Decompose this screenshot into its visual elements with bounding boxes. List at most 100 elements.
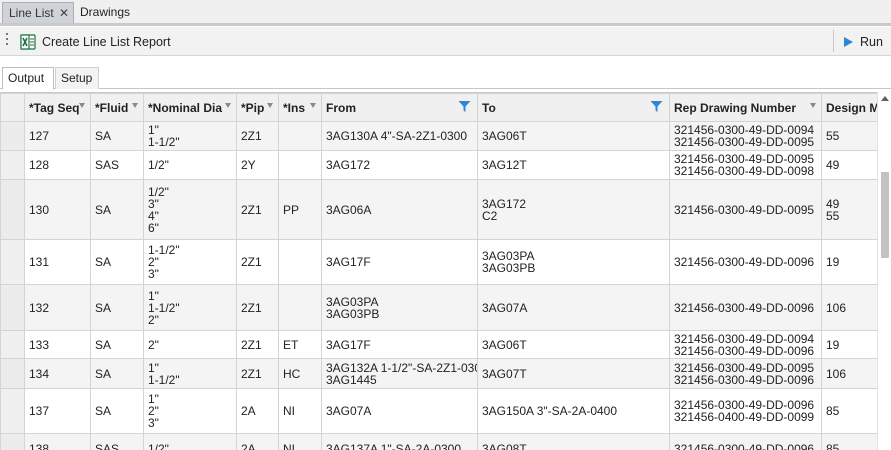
cell-to[interactable]: 3AG07T <box>477 358 670 389</box>
cell-pip[interactable]: 2Z1 <box>236 121 279 151</box>
cell-ins[interactable]: NI <box>278 433 322 450</box>
cell-nominal-dia[interactable]: 2" <box>143 330 237 359</box>
table-row[interactable]: 130 SA 1/2" 3" 4" 6" 2Z1 PP 3AG06A 3AG172 C2 321456… <box>0 179 891 240</box>
cell-from[interactable]: 3AG137A 1"-SA-2A-0300 <box>321 433 478 450</box>
tab-line-list[interactable]: Line List ✕ <box>2 2 74 23</box>
cell-to[interactable]: 3AG08T <box>477 433 670 450</box>
cell-pip[interactable]: 2Z1 <box>236 179 279 240</box>
filter-icon[interactable] <box>650 100 663 113</box>
cell-to[interactable]: 3AG06T <box>477 121 670 151</box>
cell-tag-seq[interactable]: 138 <box>24 433 91 450</box>
cell-tag-seq[interactable]: 130 <box>24 179 91 240</box>
sort-dropdown-icon[interactable] <box>267 103 273 108</box>
row-selector[interactable] <box>0 388 25 434</box>
table-row[interactable]: 137 SA 1" 2" 3" 2A NI 3AG07A 3AG150A 3"-SA-2A-04… <box>0 388 891 434</box>
column-header-pip[interactable]: *Pip <box>236 93 279 122</box>
cell-pip[interactable]: 2Z1 <box>236 239 279 285</box>
cell-nominal-dia[interactable]: 1/2" 3" 4" 6" <box>143 179 237 240</box>
cell-from[interactable]: 3AG17F <box>321 239 478 285</box>
cell-rep-drawing-number[interactable]: 321456-0300-49-DD-0094 321456-0300-49-DD-… <box>669 121 822 151</box>
cell-from[interactable]: 3AG06A <box>321 179 478 240</box>
cell-to[interactable]: 3AG150A 3"-SA-2A-0400 <box>477 388 670 434</box>
row-selector[interactable] <box>0 239 25 285</box>
table-row[interactable]: 138 SAS 1/2" 2A NI 3AG137A 1"-SA-2A-0300 3AG08… <box>0 433 891 450</box>
column-header-nominal-dia[interactable]: *Nominal Dia <box>143 93 237 122</box>
column-header-rep-drawing-number[interactable]: Rep Drawing Number <box>669 93 822 122</box>
column-header-row-selector[interactable] <box>0 93 25 122</box>
cell-nominal-dia[interactable]: 1-1/2" 2" 3" <box>143 239 237 285</box>
row-selector[interactable] <box>0 150 25 180</box>
vertical-scrollbar[interactable] <box>877 92 891 450</box>
cell-tag-seq[interactable]: 131 <box>24 239 91 285</box>
cell-fluid[interactable]: SA <box>90 179 144 240</box>
cell-rep-drawing-number[interactable]: 321456-0300-49-DD-0095 321456-0300-49-DD-… <box>669 358 822 389</box>
sort-dropdown-icon[interactable] <box>810 103 816 108</box>
cell-from[interactable]: 3AG132A 1-1/2"-SA-2Z1-030 3AG1445 <box>321 358 478 389</box>
cell-rep-drawing-number[interactable]: 321456-0300-49-DD-0096 <box>669 239 822 285</box>
cell-from[interactable]: 3AG130A 4"-SA-2Z1-0300 <box>321 121 478 151</box>
sort-dropdown-icon[interactable] <box>225 103 231 108</box>
cell-from[interactable]: 3AG03PA 3AG03PB <box>321 284 478 331</box>
cell-nominal-dia[interactable]: 1" 2" 3" <box>143 388 237 434</box>
cell-pip[interactable]: 2Z1 <box>236 284 279 331</box>
toolbar-grip-icon[interactable] <box>6 33 9 49</box>
cell-rep-drawing-number[interactable]: 321456-0300-49-DD-0096 321456-0400-49-DD-… <box>669 388 822 434</box>
sort-dropdown-icon[interactable] <box>310 103 316 108</box>
cell-pip[interactable]: 2Z1 <box>236 358 279 389</box>
cell-tag-seq[interactable]: 132 <box>24 284 91 331</box>
cell-pip[interactable]: 2A <box>236 388 279 434</box>
column-header-tag-seq[interactable]: *Tag Seq <box>24 93 91 122</box>
cell-ins[interactable] <box>278 121 322 151</box>
cell-nominal-dia[interactable]: 1" 1-1/2" <box>143 121 237 151</box>
row-selector[interactable] <box>0 433 25 450</box>
column-header-fluid[interactable]: *Fluid <box>90 93 144 122</box>
cell-ins[interactable]: NI <box>278 388 322 434</box>
row-selector[interactable] <box>0 358 25 389</box>
cell-nominal-dia[interactable]: 1" 1-1/2" 2" <box>143 284 237 331</box>
cell-to[interactable]: 3AG03PA 3AG03PB <box>477 239 670 285</box>
cell-pip[interactable]: 2Y <box>236 150 279 180</box>
cell-to[interactable]: 3AG07A <box>477 284 670 331</box>
tab-output[interactable]: Output <box>2 67 54 90</box>
cell-ins[interactable] <box>278 284 322 331</box>
column-header-to[interactable]: To <box>477 93 670 122</box>
cell-rep-drawing-number[interactable]: 321456-0300-49-DD-0096 <box>669 433 822 450</box>
scroll-up-icon[interactable] <box>881 96 889 101</box>
cell-from[interactable]: 3AG172 <box>321 150 478 180</box>
cell-pip[interactable]: 2Z1 <box>236 330 279 359</box>
cell-tag-seq[interactable]: 137 <box>24 388 91 434</box>
cell-ins[interactable] <box>278 239 322 285</box>
cell-fluid[interactable]: SA <box>90 121 144 151</box>
line-list-grid[interactable]: *Tag Seq *Fluid *Nominal Dia *Pip *Ins From To… <box>0 92 891 450</box>
row-selector[interactable] <box>0 121 25 151</box>
cell-to[interactable]: 3AG12T <box>477 150 670 180</box>
cell-rep-drawing-number[interactable]: 321456-0300-49-DD-0095 <box>669 179 822 240</box>
cell-to[interactable]: 3AG172 C2 <box>477 179 670 240</box>
table-row[interactable]: 133 SA 2" 2Z1 ET 3AG17F 3AG06T 321456-0300-49-D… <box>0 330 891 359</box>
table-row[interactable]: 128 SAS 1/2" 2Y 3AG172 3AG12T 321456-0300-49-D… <box>0 150 891 180</box>
cell-ins[interactable] <box>278 150 322 180</box>
cell-fluid[interactable]: SAS <box>90 433 144 450</box>
cell-tag-seq[interactable]: 127 <box>24 121 91 151</box>
scrollbar-thumb[interactable] <box>881 172 889 258</box>
cell-fluid[interactable]: SA <box>90 239 144 285</box>
cell-nominal-dia[interactable]: 1/2" <box>143 433 237 450</box>
close-icon[interactable]: ✕ <box>59 3 69 24</box>
cell-fluid[interactable]: SAS <box>90 150 144 180</box>
sort-dropdown-icon[interactable] <box>132 103 138 108</box>
table-row[interactable]: 127 SA 1" 1-1/2" 2Z1 3AG130A 4"-SA-2Z1-0300 3A… <box>0 121 891 151</box>
cell-fluid[interactable]: SA <box>90 330 144 359</box>
cell-from[interactable]: 3AG17F <box>321 330 478 359</box>
cell-rep-drawing-number[interactable]: 321456-0300-49-DD-0095 321456-0300-49-DD-… <box>669 150 822 180</box>
table-row[interactable]: 134 SA 1" 1-1/2" 2Z1 HC 3AG132A 1-1/2"-SA-2Z1-… <box>0 358 891 389</box>
table-row[interactable]: 131 SA 1-1/2" 2" 3" 2Z1 3AG17F 3AG03PA 3AG03PB 32… <box>0 239 891 285</box>
create-line-list-report-button[interactable]: Create Line List Report <box>20 31 171 53</box>
cell-nominal-dia[interactable]: 1" 1-1/2" <box>143 358 237 389</box>
column-header-ins[interactable]: *Ins <box>278 93 322 122</box>
tab-setup[interactable]: Setup <box>55 67 99 89</box>
cell-from[interactable]: 3AG07A <box>321 388 478 434</box>
cell-tag-seq[interactable]: 133 <box>24 330 91 359</box>
cell-ins[interactable]: HC <box>278 358 322 389</box>
cell-fluid[interactable]: SA <box>90 388 144 434</box>
cell-to[interactable]: 3AG06T <box>477 330 670 359</box>
